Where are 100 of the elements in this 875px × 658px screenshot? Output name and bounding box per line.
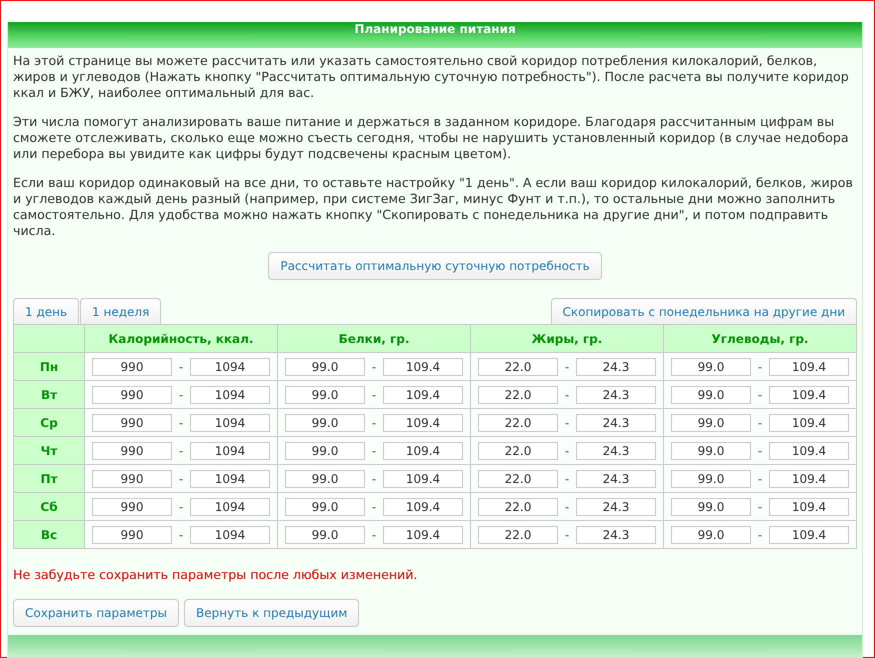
range-dash: - [370,500,378,514]
panel-title: Планирование питания [8,22,862,48]
min-input[interactable]: 22.0 [478,358,558,376]
range-dash: - [370,444,378,458]
max-input[interactable]: 109.4 [769,498,849,516]
day-label: Сб [40,500,58,514]
min-input[interactable]: 99.0 [285,442,365,460]
max-input[interactable]: 1094 [190,442,270,460]
range-dash: - [756,472,764,486]
range-dash: - [756,528,764,542]
max-input[interactable]: 109.4 [383,414,463,432]
max-input[interactable]: 24.3 [576,498,656,516]
max-input[interactable]: 109.4 [769,358,849,376]
intro-paragraph: Эти числа помогут анализировать ваше питание и держаться в заданном коридоре. Благодаря рассчитанным цифрам вы сможете отслеживать, сколько еще можно съесть сегодня, чтобы не нарушить установленный коридор (в случае недобора или перебора вы увидите как цифры будут подсвечены красным цветом). [13,114,850,162]
min-input[interactable]: 990 [92,358,172,376]
intro-paragraph: Если ваш коридор одинаковый на все дни, то оставьте настройку "1 день". А если ваш коридор килокалорий, белков, жиров и углеводов каждый день разный (например, при системе ЗигЗаг, минус Фунт и т.п.), то остальные дни можно заполнить самостоятельно. Для удобства можно нажать кнопку "Скопировать с понедельника на другие дни", и потом подправить числа. [13,175,854,239]
range-dash: - [564,472,570,486]
max-input[interactable]: 24.3 [576,386,656,404]
action-button[interactable]: Сохранить параметры [13,599,180,627]
range-dash: - [178,388,184,402]
min-input[interactable]: 22.0 [478,386,558,404]
max-input[interactable]: 109.4 [769,414,849,432]
day-label: Пн [40,360,58,374]
min-input[interactable]: 22.0 [478,498,558,516]
max-input[interactable]: 109.4 [383,470,463,488]
range-dash: - [564,416,570,430]
max-input[interactable]: 24.3 [576,470,656,488]
max-input[interactable]: 109.4 [383,526,463,544]
range-dash: - [370,416,378,430]
min-input[interactable]: 99.0 [671,526,751,544]
copy-button[interactable]: Скопировать с понедельника на другие дни [550,298,857,324]
day-label: Ср [40,416,58,430]
max-input[interactable]: 109.4 [769,526,849,544]
range-dash: - [370,388,378,402]
min-input[interactable]: 99.0 [285,498,365,516]
max-input[interactable]: 24.3 [576,442,656,460]
column-header: Жиры, гр. [532,332,602,346]
period-tab[interactable]: 1 день [13,298,80,324]
min-input[interactable]: 22.0 [478,414,558,432]
column-header: Калорийность, ккал. [108,332,254,346]
range-dash: - [756,388,764,402]
min-input[interactable]: 99.0 [671,414,751,432]
day-label: Вс [40,528,58,542]
min-input[interactable]: 99.0 [671,470,751,488]
max-input[interactable]: 109.4 [383,442,463,460]
min-input[interactable]: 99.0 [285,414,365,432]
max-input[interactable]: 109.4 [769,470,849,488]
day-label: Пт [40,472,58,486]
min-input[interactable]: 99.0 [285,386,365,404]
calculate-button[interactable]: Рассчитать оптимальную суточную потребность [268,252,602,280]
min-input[interactable]: 22.0 [478,470,558,488]
max-input[interactable]: 1094 [190,414,270,432]
max-input[interactable]: 109.4 [383,358,463,376]
min-input[interactable]: 22.0 [478,526,558,544]
range-dash: - [756,416,764,430]
range-dash: - [370,472,378,486]
column-header: Белки, гр. [338,332,410,346]
intro-paragraph: На этой странице вы можете рассчитать или указать самостоятельно свой коридор потребления килокалорий, белков, жиров и углеводов (Нажать кнопку "Рассчитать оптимальную суточную потребность"). После расчета вы получите коридор ккал и БЖУ, наиболее оптимальный для вас. [13,53,850,101]
day-label: Чт [40,444,58,458]
min-input[interactable]: 99.0 [671,442,751,460]
range-dash: - [178,472,184,486]
min-input[interactable]: 99.0 [285,358,365,376]
warning-text: Не забудьте сохранить параметры после любых изменений. [13,567,418,582]
min-input[interactable]: 990 [92,526,172,544]
range-dash: - [756,500,764,514]
range-dash: - [178,500,184,514]
range-dash: - [564,528,570,542]
range-dash: - [178,528,184,542]
max-input[interactable]: 24.3 [576,526,656,544]
min-input[interactable]: 990 [92,414,172,432]
min-input[interactable]: 99.0 [285,470,365,488]
min-input[interactable]: 990 [92,442,172,460]
min-input[interactable]: 99.0 [285,526,365,544]
max-input[interactable]: 1094 [190,498,270,516]
max-input[interactable]: 109.4 [769,442,849,460]
max-input[interactable]: 24.3 [576,414,656,432]
min-input[interactable]: 990 [92,498,172,516]
column-header: Углеводы, гр. [712,332,808,346]
max-input[interactable]: 1094 [190,470,270,488]
max-input[interactable]: 1094 [190,526,270,544]
range-dash: - [370,528,378,542]
range-dash: - [178,360,184,374]
action-button[interactable]: Вернуть к предыдущим [184,599,360,627]
range-dash: - [564,388,570,402]
max-input[interactable]: 109.4 [383,386,463,404]
min-input[interactable]: 990 [92,386,172,404]
max-input[interactable]: 1094 [190,358,270,376]
max-input[interactable]: 1094 [190,386,270,404]
min-input[interactable]: 22.0 [478,442,558,460]
min-input[interactable]: 990 [92,470,172,488]
period-tab[interactable]: 1 неделя [80,298,162,324]
max-input[interactable]: 109.4 [769,386,849,404]
min-input[interactable]: 99.0 [671,386,751,404]
max-input[interactable]: 24.3 [576,358,656,376]
min-input[interactable]: 99.0 [671,498,751,516]
range-dash: - [564,360,570,374]
range-dash: - [756,444,764,458]
range-dash: - [564,500,570,514]
max-input[interactable]: 109.4 [383,498,463,516]
min-input[interactable]: 99.0 [671,358,751,376]
